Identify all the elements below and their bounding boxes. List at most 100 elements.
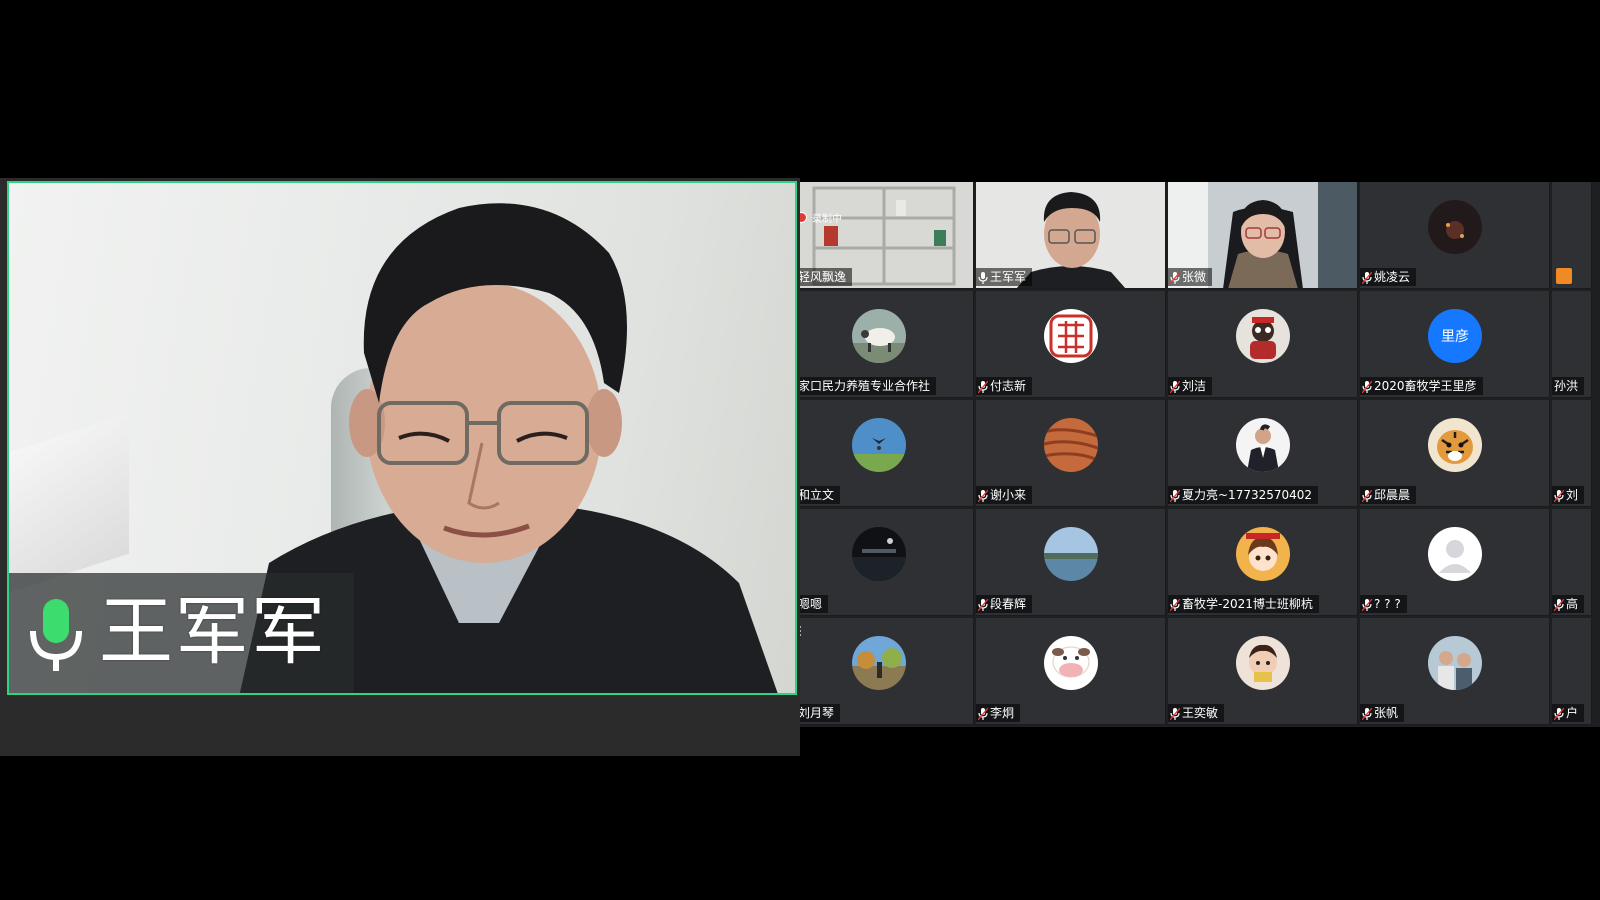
- participant-avatar: [1428, 636, 1482, 690]
- participant-tile[interactable]: 李炯: [976, 618, 1166, 725]
- microphone-muted-icon: [1361, 489, 1373, 503]
- avatar-initials: 里彦: [1441, 329, 1469, 345]
- participant-name: 刘: [1566, 488, 1579, 502]
- participant-name-label: 孙洪: [1552, 377, 1585, 395]
- participant-name-label: 2020畜牧学王里彦: [1360, 377, 1483, 395]
- participant-avatar: [1428, 418, 1482, 472]
- participant-tile[interactable]: 夏力亮~17732570402: [1168, 400, 1358, 507]
- participant-name: 2020畜牧学王里彦: [1374, 379, 1477, 393]
- meeting-window: 王军军 录制中 轻风飘逸 王军军 张微 姚凌云 张家口民力养殖专业合作社 付志新 刘洁 里彦 20…: [0, 0, 1600, 900]
- participant-avatar: [852, 636, 906, 690]
- participant-tile[interactable]: 付志新: [976, 291, 1166, 398]
- microphone-muted-icon: [1169, 271, 1181, 285]
- speaker-name-bar: 王军军: [9, 573, 354, 693]
- microphone-muted-icon: [1169, 707, 1181, 721]
- participant-avatar: 里彦: [1428, 309, 1482, 363]
- participant-name: 夏力亮~17732570402: [1182, 488, 1313, 502]
- participant-tile[interactable]: 刘: [1552, 400, 1592, 507]
- participant-tile[interactable]: 王奕敏: [1168, 618, 1358, 725]
- participant-name: 高: [1566, 597, 1579, 611]
- participant-name: 和立文: [800, 488, 835, 502]
- microphone-muted-icon: [1361, 707, 1373, 721]
- participant-tile[interactable]: 畜牧学-2021博士班柳杭: [1168, 509, 1358, 616]
- participant-avatar: [1044, 418, 1098, 472]
- participant-tile[interactable]: 张微: [1168, 182, 1358, 289]
- participant-name-label: 刘: [1552, 486, 1585, 504]
- participant-tile[interactable]: 和立文: [800, 400, 974, 507]
- participant-avatar: [852, 418, 906, 472]
- microphone-icon: [30, 599, 82, 671]
- participant-name: 付志新: [990, 379, 1027, 393]
- participant-avatar: [852, 527, 906, 581]
- list-menu-icon[interactable]: [800, 622, 802, 636]
- speaker-view[interactable]: 王军军: [0, 178, 800, 756]
- participant-name-label: 嗯嗯: [800, 595, 829, 613]
- microphone-muted-icon: [977, 598, 989, 612]
- recording-indicator: 录制中: [800, 210, 842, 225]
- participant-avatar: [1428, 200, 1482, 254]
- participant-name-label: 刘洁: [1168, 377, 1213, 395]
- participant-tile[interactable]: 户: [1552, 618, 1592, 725]
- participant-tile[interactable]: 刘洁: [1168, 291, 1358, 398]
- participant-tile[interactable]: 录制中轻风飘逸: [800, 182, 974, 289]
- participant-name: 孙洪: [1554, 379, 1579, 393]
- participant-name-label: 轻风飘逸: [800, 268, 853, 286]
- participant-tile[interactable]: 高: [1552, 509, 1592, 616]
- participant-name-label: 付志新: [976, 377, 1033, 395]
- microphone-muted-icon: [977, 380, 989, 394]
- participant-tile[interactable]: [1552, 182, 1592, 289]
- participant-name: 姚凌云: [1374, 270, 1411, 284]
- participant-name-label: ? ? ?: [1360, 595, 1407, 613]
- participant-avatar: [852, 309, 906, 363]
- participant-tile[interactable]: 张家口民力养殖专业合作社: [800, 291, 974, 398]
- participant-tile[interactable]: 姚凌云: [1360, 182, 1550, 289]
- participant-name-label: 姚凌云: [1360, 268, 1417, 286]
- participant-tile[interactable]: 张帆: [1360, 618, 1550, 725]
- recording-label: 录制中: [812, 214, 842, 225]
- participant-tile[interactable]: 嗯嗯: [800, 509, 974, 616]
- participant-name-label: 张微: [1168, 268, 1213, 286]
- participant-tile[interactable]: 王军军: [976, 182, 1166, 289]
- participant-name-label: 张帆: [1360, 704, 1405, 722]
- background-wall: [9, 413, 129, 593]
- participant-avatar: [1236, 309, 1290, 363]
- microphone-muted-icon: [1169, 380, 1181, 394]
- participant-tile[interactable]: 里彦 2020畜牧学王里彦: [1360, 291, 1550, 398]
- participant-tile[interactable]: 刘月琴: [800, 618, 974, 725]
- participant-name-label: 王奕敏: [1168, 704, 1225, 722]
- participant-name-label: 夏力亮~17732570402: [1168, 486, 1319, 504]
- participant-name-label: 畜牧学-2021博士班柳杭: [1168, 595, 1319, 613]
- participant-avatar: [1236, 527, 1290, 581]
- participant-tile[interactable]: 段春辉: [976, 509, 1166, 616]
- participant-avatar: [1236, 636, 1290, 690]
- participant-gallery: 录制中 轻风飘逸 王军军 张微 姚凌云 张家口民力养殖专业合作社 付志新 刘洁 里彦 2020畜牧…: [800, 182, 1600, 727]
- host-badge-icon: [1556, 268, 1572, 284]
- speaker-video: 王军军: [7, 181, 797, 695]
- participant-name-label: 谢小来: [976, 486, 1033, 504]
- microphone-muted-icon: [1361, 271, 1373, 285]
- participant-tile[interactable]: 孙洪: [1552, 291, 1592, 398]
- participant-avatar: [1428, 527, 1482, 581]
- participant-name: 张家口民力养殖专业合作社: [800, 379, 931, 393]
- participant-name: 户: [1566, 706, 1579, 720]
- microphone-muted-icon: [1169, 489, 1181, 503]
- microphone-muted-icon: [1553, 489, 1565, 503]
- participant-tile[interactable]: 谢小来: [976, 400, 1166, 507]
- participant-tile[interactable]: 邱晨晨: [1360, 400, 1550, 507]
- participant-name: 嗯嗯: [800, 597, 823, 611]
- participant-avatar: [1044, 527, 1098, 581]
- participant-name-label: 张家口民力养殖专业合作社: [800, 377, 937, 395]
- participant-avatar: [1044, 636, 1098, 690]
- participant-name: 轻风飘逸: [800, 270, 847, 284]
- participant-name: 刘月琴: [800, 706, 835, 720]
- participant-name: 刘洁: [1182, 379, 1207, 393]
- participant-name: 谢小来: [990, 488, 1027, 502]
- microphone-muted-icon: [1361, 598, 1373, 612]
- microphone-muted-icon: [977, 489, 989, 503]
- microphone-muted-icon: [1169, 598, 1181, 612]
- participant-name: 李炯: [990, 706, 1015, 720]
- microphone-muted-icon: [1553, 598, 1565, 612]
- participant-name-label: 段春辉: [976, 595, 1033, 613]
- participant-tile[interactable]: ? ? ?: [1360, 509, 1550, 616]
- participant-name: 畜牧学-2021博士班柳杭: [1182, 597, 1313, 611]
